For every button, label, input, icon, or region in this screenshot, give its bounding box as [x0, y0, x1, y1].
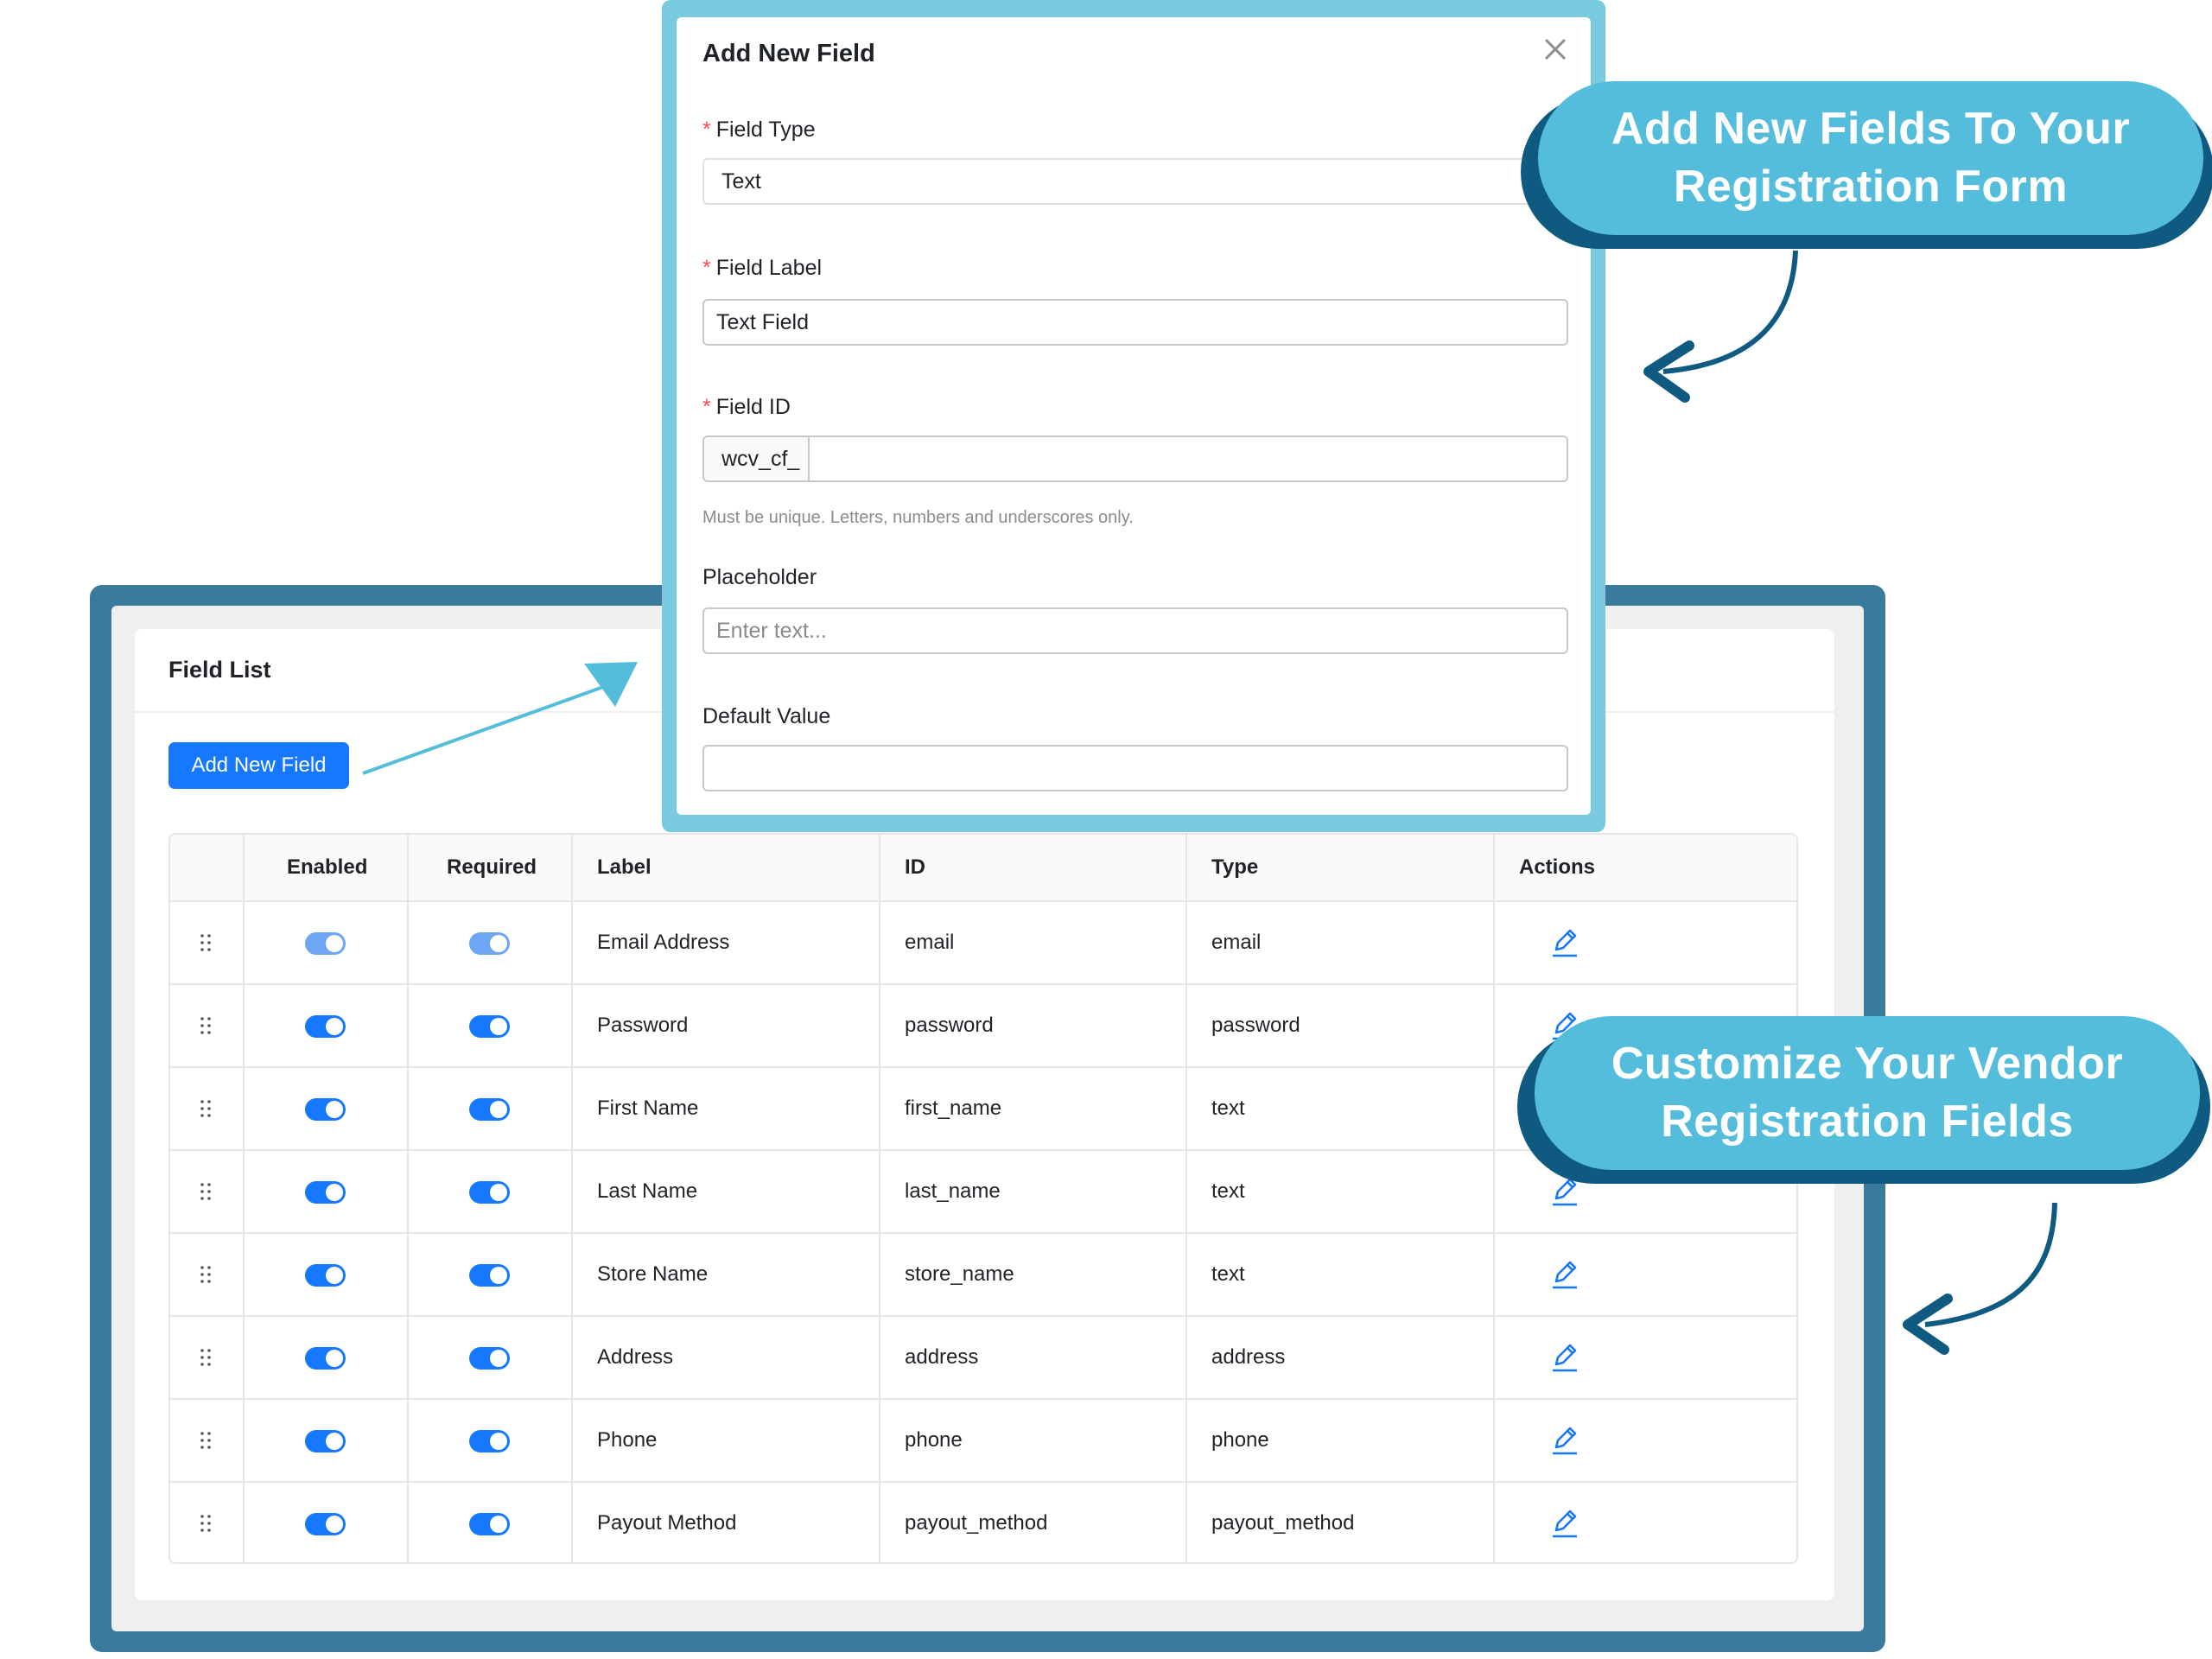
row-type: phone	[1211, 1428, 1269, 1452]
curved-arrow-bottom	[1924, 1202, 2057, 1327]
required-star-icon: *	[702, 118, 711, 142]
field-list-title: Field List	[168, 657, 271, 683]
callout-add-fields: Add New Fields To Your Registration Form	[1521, 81, 2212, 249]
field-id-help: Must be unique. Letters, numbers and und…	[702, 508, 1134, 527]
placeholder-label: Placeholder	[702, 565, 817, 589]
required-toggle[interactable]	[469, 1264, 510, 1287]
required-toggle[interactable]	[469, 1347, 510, 1370]
row-type: email	[1211, 931, 1262, 954]
drag-handle-icon[interactable]	[198, 1098, 213, 1119]
required-toggle[interactable]	[469, 1430, 510, 1452]
row-type: password	[1211, 1014, 1300, 1037]
row-id: last_name	[905, 1179, 1001, 1203]
enabled-toggle[interactable]	[305, 932, 346, 955]
placeholder-input[interactable]: Enter text...	[702, 607, 1568, 654]
enabled-toggle[interactable]	[305, 1264, 346, 1287]
row-type: text	[1211, 1096, 1245, 1120]
drag-handle-icon[interactable]	[198, 1015, 213, 1036]
row-label: Store Name	[597, 1262, 709, 1286]
add-field-modal: Add New Field * Field Type Text * Field La…	[677, 17, 1591, 815]
row-label: Last Name	[597, 1179, 698, 1203]
required-toggle[interactable]	[469, 1098, 510, 1121]
drag-handle-icon[interactable]	[198, 1347, 213, 1368]
field-id-prefix: wcv_cf_	[704, 437, 810, 480]
table-row: Address address address	[170, 1317, 1796, 1400]
field-label-label: * Field Label	[702, 256, 823, 280]
row-id: payout_method	[905, 1511, 1048, 1535]
row-id: store_name	[905, 1262, 1014, 1286]
row-label: First Name	[597, 1096, 699, 1120]
enabled-toggle[interactable]	[305, 1513, 346, 1535]
edit-icon[interactable]	[1548, 926, 1581, 959]
callout-add-fields-line1: Add New Fields To Your	[1611, 104, 2131, 154]
row-type: address	[1211, 1345, 1286, 1369]
edit-icon[interactable]	[1548, 1258, 1581, 1291]
drag-handle-icon[interactable]	[198, 1430, 213, 1451]
arrowhead-icon	[1903, 1294, 1953, 1355]
required-star-icon: *	[702, 395, 711, 419]
callout-customize-fields-line1: Customize Your Vendor	[1611, 1039, 2124, 1089]
row-type: payout_method	[1211, 1511, 1355, 1535]
row-type: text	[1211, 1262, 1245, 1286]
enabled-toggle[interactable]	[305, 1181, 346, 1204]
drag-handle-icon[interactable]	[198, 932, 213, 953]
default-value-input[interactable]	[702, 745, 1568, 791]
row-id: first_name	[905, 1096, 1002, 1120]
add-new-field-button[interactable]: Add New Field	[168, 742, 349, 789]
callout-customize-fields: Customize Your Vendor Registration Field…	[1517, 1016, 2210, 1184]
row-id: address	[905, 1345, 979, 1369]
callout-customize-fields-line2: Registration Fields	[1661, 1096, 2074, 1147]
enabled-toggle[interactable]	[305, 1098, 346, 1121]
row-label: Address	[597, 1345, 674, 1369]
column-header-id: ID	[905, 855, 925, 879]
default-value-label: Default Value	[702, 704, 831, 728]
field-label-input[interactable]: Text Field	[702, 299, 1568, 346]
row-id: email	[905, 931, 955, 954]
required-toggle[interactable]	[469, 932, 510, 955]
row-label: Payout Method	[597, 1511, 737, 1535]
row-id: password	[905, 1014, 994, 1037]
table-row: Store Name store_name text	[170, 1234, 1796, 1317]
edit-icon[interactable]	[1548, 1424, 1581, 1457]
row-type: text	[1211, 1179, 1245, 1203]
row-label: Email Address	[597, 931, 730, 954]
close-icon[interactable]	[1542, 36, 1568, 62]
column-header-type: Type	[1211, 855, 1259, 879]
arrowhead-icon	[1643, 340, 1694, 403]
required-toggle[interactable]	[469, 1181, 510, 1204]
column-header-label: Label	[597, 855, 652, 879]
field-type-select[interactable]: Text	[702, 158, 1568, 205]
column-header-required: Required	[447, 855, 537, 879]
drag-handle-icon[interactable]	[198, 1513, 213, 1534]
modal-title: Add New Field	[702, 40, 875, 67]
edit-icon[interactable]	[1548, 1341, 1581, 1374]
add-field-modal-frame: Add New Field * Field Type Text * Field La…	[662, 0, 1605, 832]
required-star-icon: *	[702, 256, 711, 280]
enabled-toggle[interactable]	[305, 1347, 346, 1370]
drag-handle-icon[interactable]	[198, 1181, 213, 1202]
table-row: Payout Method payout_method payout_method	[170, 1483, 1796, 1562]
table-header: Enabled Required Label ID Type Actions	[170, 835, 1796, 902]
drag-handle-icon[interactable]	[198, 1264, 213, 1285]
fields-table: Enabled Required Label ID Type Actions E…	[168, 833, 1798, 1564]
curved-arrow-top	[1662, 250, 1798, 374]
field-id-label: * Field ID	[702, 395, 791, 419]
callout-add-fields-line2: Registration Form	[1673, 162, 2069, 212]
table-row: Email Address email email	[170, 902, 1796, 985]
row-id: phone	[905, 1428, 963, 1452]
required-toggle[interactable]	[469, 1513, 510, 1535]
table-row: Phone phone phone	[170, 1400, 1796, 1483]
field-id-input[interactable]: wcv_cf_	[702, 435, 1568, 482]
enabled-toggle[interactable]	[305, 1015, 346, 1038]
field-type-label: * Field Type	[702, 118, 816, 142]
enabled-toggle[interactable]	[305, 1430, 346, 1452]
column-header-actions: Actions	[1519, 855, 1596, 879]
edit-icon[interactable]	[1548, 1507, 1581, 1540]
row-label: Password	[597, 1014, 689, 1037]
row-label: Phone	[597, 1428, 658, 1452]
column-header-enabled: Enabled	[287, 855, 368, 879]
required-toggle[interactable]	[469, 1015, 510, 1038]
